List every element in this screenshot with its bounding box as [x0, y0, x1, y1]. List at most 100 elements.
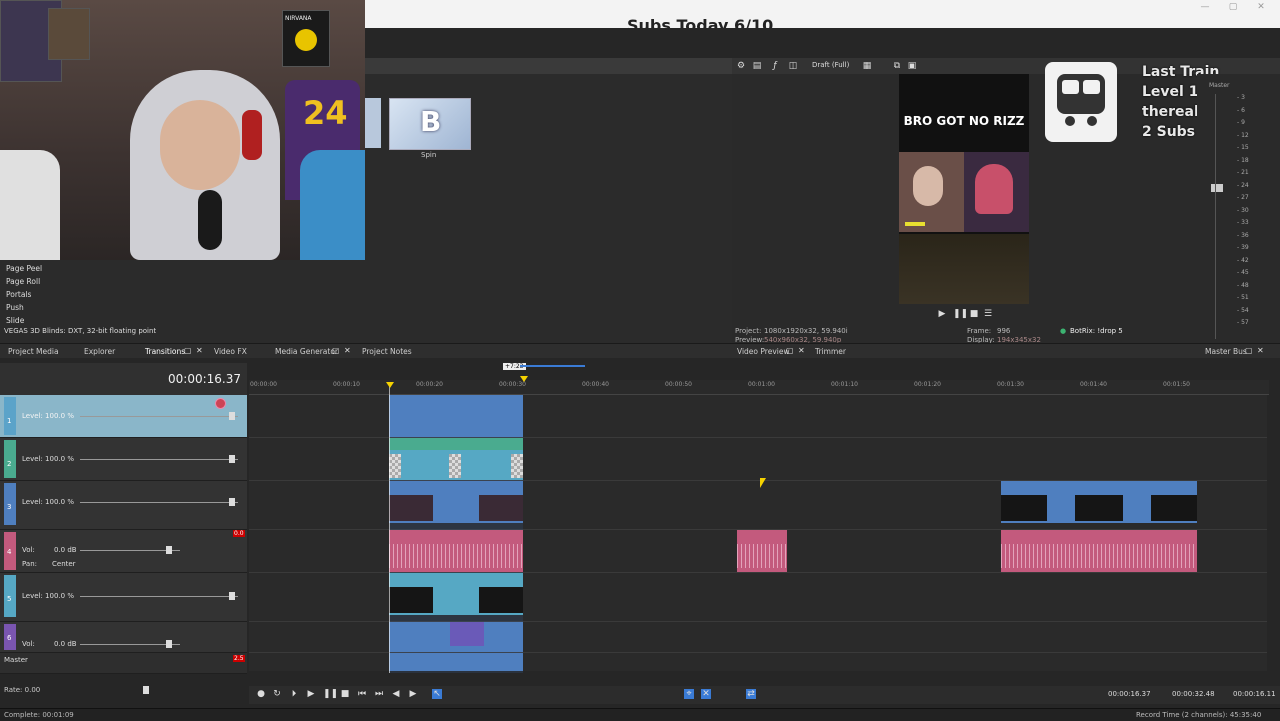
overlays-icon[interactable]: ▦	[862, 61, 872, 71]
playhead-handle-icon[interactable]	[386, 382, 394, 388]
playhead-line[interactable]	[389, 382, 390, 673]
clip-master[interactable]	[389, 653, 523, 671]
preview-quality-select[interactable]: Draft (Full)	[812, 61, 849, 69]
play-icon[interactable]: ▶	[937, 309, 947, 319]
level-slider-knob[interactable]	[229, 412, 235, 420]
go-to-start-icon[interactable]: ⏮	[357, 689, 367, 699]
close-tab-icon[interactable]: ✕	[344, 346, 352, 355]
loop-region-bar[interactable]	[520, 365, 585, 367]
ruler-label: 00:01:40	[1080, 381, 1107, 388]
stop-icon[interactable]: ■	[969, 309, 979, 319]
normal-edit-tool-icon[interactable]: ↖	[432, 689, 442, 699]
tab-video-preview[interactable]: Video Preview	[737, 347, 790, 356]
panel-options-icon[interactable]: ▢	[184, 346, 192, 355]
fx-icon[interactable]: ƒ	[770, 61, 780, 71]
transition-item-page-peel[interactable]: Page Peel	[6, 264, 42, 273]
preview-video-inset	[899, 152, 1029, 232]
track-header-1[interactable]: 1 Level: 100.0 %	[0, 395, 247, 438]
audio-clip-track4b[interactable]	[737, 530, 787, 572]
play-icon[interactable]: ▶	[306, 689, 316, 699]
track-header-2[interactable]: 2 Level: 100.0 %	[0, 438, 247, 481]
mute-icon[interactable]	[215, 398, 226, 409]
close-tab-icon[interactable]: ✕	[196, 346, 204, 355]
next-frame-icon[interactable]: ▶	[408, 689, 418, 699]
volume-slider-knob[interactable]	[166, 546, 172, 554]
train-wheel	[1065, 116, 1075, 126]
level-slider-knob[interactable]	[229, 455, 235, 463]
rate-slider-knob[interactable]	[143, 686, 149, 694]
panel-options-icon[interactable]: ▢	[786, 346, 794, 355]
loop-icon[interactable]: ↻	[272, 689, 282, 699]
audio-clip-track4c[interactable]	[1001, 530, 1197, 572]
volume-slider[interactable]	[80, 550, 180, 551]
record-icon[interactable]: ●	[256, 689, 266, 699]
level-slider[interactable]	[80, 596, 238, 597]
snapping-icon[interactable]: ⌖	[684, 689, 694, 699]
volume-slider-knob[interactable]	[166, 640, 172, 648]
go-to-end-icon[interactable]: ⏭	[374, 689, 384, 699]
clip-track5[interactable]	[389, 573, 523, 615]
transition-item-portals[interactable]: Portals	[6, 290, 31, 299]
level-slider-knob[interactable]	[229, 592, 235, 600]
track-header-3[interactable]: 3 Level: 100.0 %	[0, 481, 247, 530]
tab-transitions[interactable]: Transitions	[145, 347, 185, 356]
level-slider[interactable]	[80, 502, 238, 503]
transition-item-push[interactable]: Push	[6, 303, 24, 312]
close-tab-icon[interactable]: ✕	[1257, 346, 1265, 355]
microphone-icon	[198, 190, 222, 250]
level-slider[interactable]	[80, 459, 238, 460]
clip-track6-nested[interactable]	[450, 622, 484, 646]
tab-project-media[interactable]: Project Media	[8, 347, 59, 356]
ruler-label: 00:00:20	[416, 381, 443, 388]
minimize-button[interactable]: —	[1195, 2, 1215, 12]
tab-trimmer[interactable]: Trimmer	[815, 347, 846, 356]
volume-slider[interactable]	[80, 644, 180, 645]
ripple-edit-icon[interactable]: ⇄	[746, 689, 756, 699]
menu-icon[interactable]: ☰	[983, 309, 993, 319]
close-button[interactable]: ✕	[1251, 2, 1271, 12]
maximize-button[interactable]: ▢	[1223, 2, 1243, 12]
settings-icon[interactable]: ⚙	[736, 61, 746, 71]
track-header-4[interactable]: 4 Vol: 0.0 dB Pan: Center 0.0	[0, 530, 247, 573]
meter-fader[interactable]	[1211, 184, 1223, 192]
copy-snapshot-icon[interactable]: ⧉	[892, 61, 902, 71]
audio-waveform	[1001, 544, 1197, 568]
tab-master-bus[interactable]: Master Bus	[1205, 347, 1247, 356]
track-header-6[interactable]: 6 Vol: 0.0 dB	[0, 622, 247, 653]
previous-frame-icon[interactable]: ◀	[391, 689, 401, 699]
tab-media-generator[interactable]: Media Generator	[275, 347, 338, 356]
panel-options-icon[interactable]: ▢	[1245, 346, 1253, 355]
transition-item-page-roll[interactable]: Page Roll	[6, 277, 40, 286]
panel-options-icon[interactable]: ▢	[332, 346, 340, 355]
clip-track1[interactable]	[389, 395, 523, 437]
transition-item-slide[interactable]: Slide	[6, 316, 24, 325]
video-thumb	[1001, 495, 1047, 521]
level-slider[interactable]	[80, 416, 238, 417]
play-from-start-icon[interactable]: ⏵	[289, 689, 299, 699]
level-slider-knob[interactable]	[229, 498, 235, 506]
stop-icon[interactable]: ■	[340, 689, 350, 699]
audio-clip-track4[interactable]	[389, 530, 523, 572]
auto-crossfade-icon[interactable]: ✕	[701, 689, 711, 699]
save-snapshot-icon[interactable]: ▣	[907, 61, 917, 71]
ruler-label: 00:00:40	[582, 381, 609, 388]
status-left: Complete: 00:01:09	[4, 711, 74, 719]
clip-track3b[interactable]	[1001, 481, 1197, 523]
webcam-overlay: NIRVANA 24	[0, 0, 365, 260]
audio-waveform	[737, 544, 787, 568]
external-monitor-icon[interactable]: ▤	[752, 61, 762, 71]
split-screen-icon[interactable]: ◫	[788, 61, 798, 71]
clip-track3[interactable]	[389, 481, 523, 523]
pause-icon[interactable]: ❚❚	[953, 309, 968, 319]
tab-project-notes[interactable]: Project Notes	[362, 347, 412, 356]
clip-track2[interactable]	[389, 438, 523, 480]
transition-thumbnail-partial[interactable]	[365, 98, 381, 148]
track-header-5[interactable]: 5 Level: 100.0 %	[0, 573, 247, 622]
tab-explorer[interactable]: Explorer	[84, 347, 115, 356]
transition-thumbnail-spin[interactable]: B	[389, 98, 471, 150]
tab-video-fx[interactable]: Video FX	[214, 347, 247, 356]
loop-end-icon[interactable]	[520, 376, 528, 382]
close-tab-icon[interactable]: ✕	[798, 346, 806, 355]
pause-icon[interactable]: ❚❚	[323, 689, 338, 699]
video-thumb	[389, 587, 433, 613]
